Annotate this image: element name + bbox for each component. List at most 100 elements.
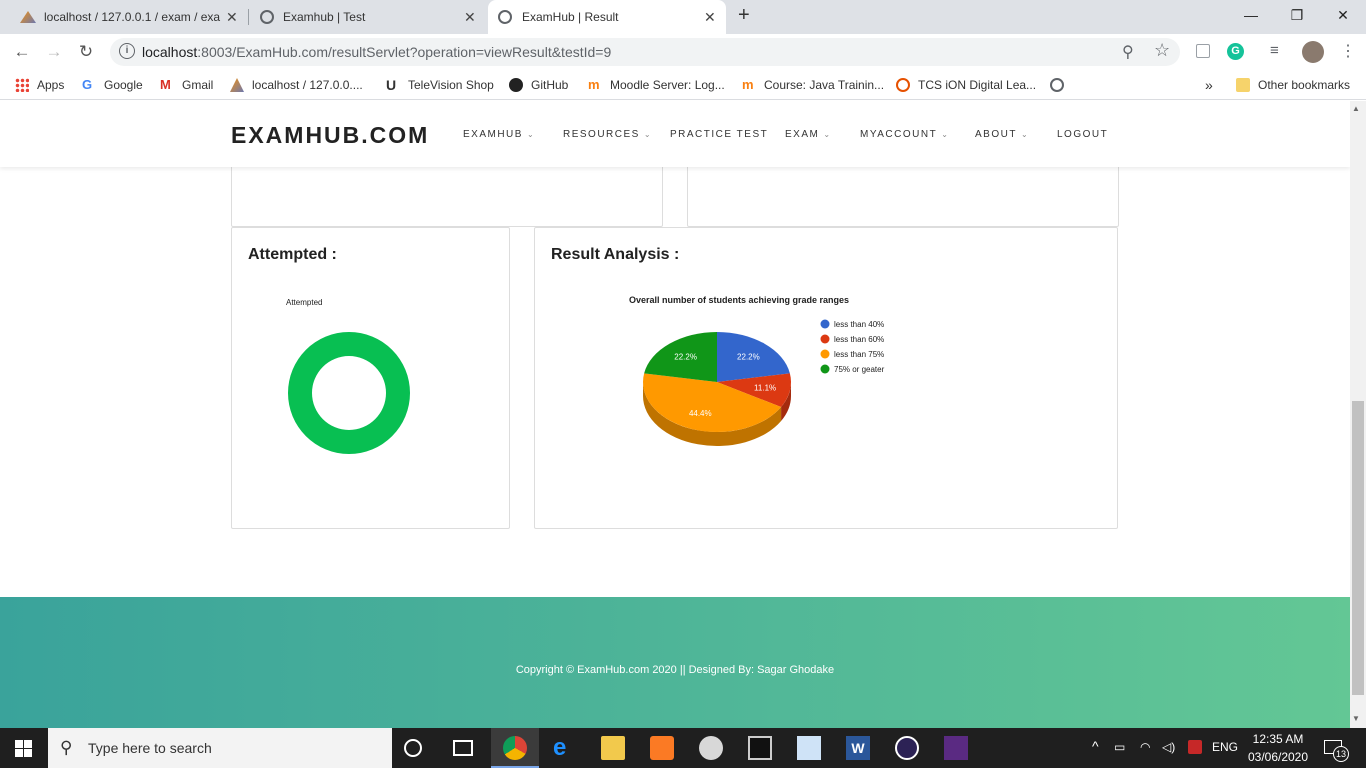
- image-viewer-icon[interactable]: [797, 736, 821, 760]
- nav-myaccount[interactable]: MYACCOUNT ⌄: [860, 129, 949, 140]
- google-icon: G: [82, 77, 93, 92]
- scrollbar-thumb[interactable]: [1352, 401, 1364, 695]
- moodle-icon: m: [588, 77, 600, 92]
- search-icon: ⚲: [60, 738, 73, 757]
- bookmark-google[interactable]: G Google: [82, 76, 143, 94]
- restore-icon[interactable]: ❐: [1274, 0, 1320, 30]
- back-icon[interactable]: ←: [10, 40, 34, 64]
- task-view-icon[interactable]: [453, 740, 473, 756]
- extension-icon[interactable]: [1196, 44, 1210, 58]
- notification-count-badge: 13: [1333, 746, 1349, 762]
- nav-label: RESOURCES: [563, 129, 640, 140]
- chart-title: Overall number of students achieving gra…: [629, 295, 849, 305]
- bookmark-globe[interactable]: [1050, 76, 1072, 94]
- bookmark-localhost[interactable]: localhost / 127.0.0....: [230, 76, 363, 94]
- clock-time[interactable]: 12:35 AM: [1248, 732, 1308, 746]
- gmail-icon: M: [160, 77, 171, 92]
- legend-label-0: less than 40%: [834, 320, 884, 329]
- wifi-icon[interactable]: ◠: [1140, 740, 1150, 754]
- tab-examhub-result[interactable]: ExamHub | Result ✕: [488, 0, 726, 34]
- nav-label: ABOUT: [975, 129, 1017, 140]
- close-tab-icon[interactable]: ✕: [464, 9, 476, 26]
- bookmark-star-icon[interactable]: ☆: [1154, 40, 1170, 61]
- media-control-icon[interactable]: ≡: [1270, 42, 1279, 59]
- nav-logout[interactable]: LOGOUT: [1057, 129, 1108, 140]
- eclipse-icon[interactable]: [895, 736, 919, 760]
- chrome-icon: [503, 736, 527, 760]
- bookmark-github[interactable]: GitHub: [509, 76, 568, 94]
- bookmark-label: Course: Java Trainin...: [764, 78, 885, 92]
- donut-slice-0[interactable]: [288, 331, 410, 455]
- scroll-up-icon[interactable]: ▲: [1352, 104, 1360, 113]
- game-icon[interactable]: [944, 736, 968, 760]
- grammarly-icon[interactable]: G: [1227, 43, 1244, 60]
- info-icon[interactable]: i: [119, 43, 135, 59]
- tab-examhub-test[interactable]: Examhub | Test ✕: [252, 0, 486, 34]
- close-tab-icon[interactable]: ✕: [226, 9, 238, 26]
- other-bookmarks[interactable]: Other bookmarks: [1236, 76, 1350, 94]
- site-brand[interactable]: EXAMHUB.COM: [231, 122, 429, 149]
- close-tab-icon[interactable]: ✕: [704, 9, 716, 26]
- site-navbar: EXAMHUB.COM EXAMHUB ⌄ RESOURCES ⌄ PRACTICE…: [0, 101, 1350, 167]
- nav-about[interactable]: ABOUT ⌄: [975, 129, 1029, 140]
- bookmark-moodle[interactable]: m Moodle Server: Log...: [588, 76, 725, 94]
- moodle-icon: m: [742, 77, 754, 92]
- profile-avatar[interactable]: [1302, 41, 1324, 63]
- site-footer: [0, 597, 1350, 728]
- url-text[interactable]: localhost:8003/ExamHub.com/resultServlet…: [142, 44, 611, 60]
- bookmark-television-shop[interactable]: U TeleVision Shop: [386, 76, 494, 94]
- tray-expand-icon[interactable]: ^: [1092, 738, 1099, 754]
- legend-marker-3: [820, 364, 830, 374]
- attempted-card-title: Attempted :: [248, 246, 337, 263]
- language-indicator[interactable]: ENG: [1212, 740, 1238, 754]
- power-icon: [896, 78, 910, 92]
- word-icon[interactable]: W: [846, 736, 870, 760]
- nav-label: EXAM: [785, 129, 820, 140]
- globe-icon: [260, 10, 274, 24]
- attempted-card: Attempted : Attempted: [231, 227, 510, 529]
- globe-icon: [498, 10, 512, 24]
- legend-marker-1: [820, 334, 830, 344]
- phpmyadmin-icon: [20, 11, 36, 23]
- forward-icon[interactable]: →: [42, 40, 66, 64]
- bookmarks-overflow[interactable]: »: [1205, 76, 1213, 94]
- bookmark-label: Apps: [37, 78, 65, 92]
- legend-label-1: less than 60%: [834, 335, 884, 344]
- tab-phpmyadmin[interactable]: localhost / 127.0.0.1 / exam / exa ✕: [14, 0, 246, 34]
- nav-label: PRACTICE TEST: [670, 129, 769, 140]
- nav-practice-test[interactable]: PRACTICE TEST: [670, 129, 768, 140]
- bookmark-course-java[interactable]: m Course: Java Trainin...: [742, 76, 884, 94]
- volume-icon[interactable]: ◁): [1162, 740, 1175, 754]
- security-shield-icon[interactable]: [1188, 740, 1202, 754]
- new-tab-icon[interactable]: +: [738, 4, 750, 27]
- tab-title: Examhub | Test: [283, 10, 366, 24]
- xampp-icon[interactable]: [650, 736, 674, 760]
- legend-marker-2: [820, 349, 830, 359]
- reload-icon[interactable]: ↻: [74, 40, 98, 64]
- url-host: localhost: [142, 44, 198, 60]
- tab-separator: [248, 9, 249, 25]
- url-path: :8003/ExamHub.com/resultServlet?operatio…: [197, 44, 612, 60]
- nav-resources[interactable]: RESOURCES ⌄: [563, 129, 652, 140]
- scroll-down-icon[interactable]: ▼: [1352, 714, 1360, 723]
- chevron-down-icon: ⌄: [526, 130, 536, 139]
- nav-examhub[interactable]: EXAMHUB ⌄: [463, 129, 535, 140]
- bookmark-tcs-ion[interactable]: TCS iON Digital Lea...: [896, 76, 1036, 94]
- edge-icon[interactable]: e: [553, 736, 577, 760]
- cortana-icon[interactable]: [404, 739, 422, 757]
- nav-exam[interactable]: EXAM ⌄: [785, 129, 832, 140]
- minimize-icon[interactable]: —: [1228, 0, 1274, 30]
- close-window-icon[interactable]: ✕: [1320, 0, 1366, 30]
- windows-start-icon[interactable]: [15, 740, 32, 757]
- battery-icon[interactable]: ▭: [1114, 740, 1125, 754]
- file-explorer-icon[interactable]: [601, 736, 625, 760]
- tab-title: localhost / 127.0.0.1 / exam / exa: [44, 10, 221, 24]
- terminal-icon[interactable]: [748, 736, 772, 760]
- bookmark-apps[interactable]: Apps: [15, 76, 64, 94]
- zoom-icon[interactable]: ⚲: [1122, 42, 1134, 62]
- bookmark-gmail[interactable]: M Gmail: [160, 76, 213, 94]
- paint-icon[interactable]: [699, 736, 723, 760]
- chevron-down-icon: ⌄: [643, 130, 653, 139]
- menu-kebab-icon[interactable]: ⋮: [1340, 41, 1356, 61]
- clock-date[interactable]: 03/06/2020: [1246, 750, 1310, 764]
